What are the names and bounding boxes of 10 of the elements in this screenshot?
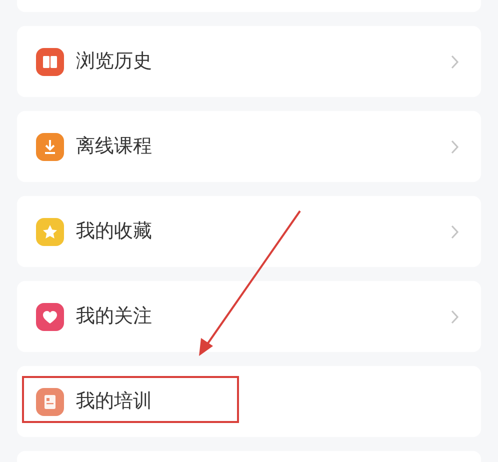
menu-item[interactable]: 我的收藏 bbox=[17, 196, 481, 267]
menu-label: 我的收藏 bbox=[76, 219, 152, 244]
menu-item[interactable]: 我的培训 bbox=[17, 366, 481, 437]
menu-label: 我的培训 bbox=[76, 389, 152, 414]
menu-item[interactable]: 浏览历史 bbox=[17, 26, 481, 97]
menu-item[interactable]: 我的关注 bbox=[17, 281, 481, 352]
menu-label: 浏览历史 bbox=[76, 49, 152, 74]
menu-label: 离线课程 bbox=[76, 134, 152, 160]
menu-label: 我的关注 bbox=[76, 304, 152, 330]
menu-item[interactable]: 离线课程 bbox=[17, 111, 481, 182]
